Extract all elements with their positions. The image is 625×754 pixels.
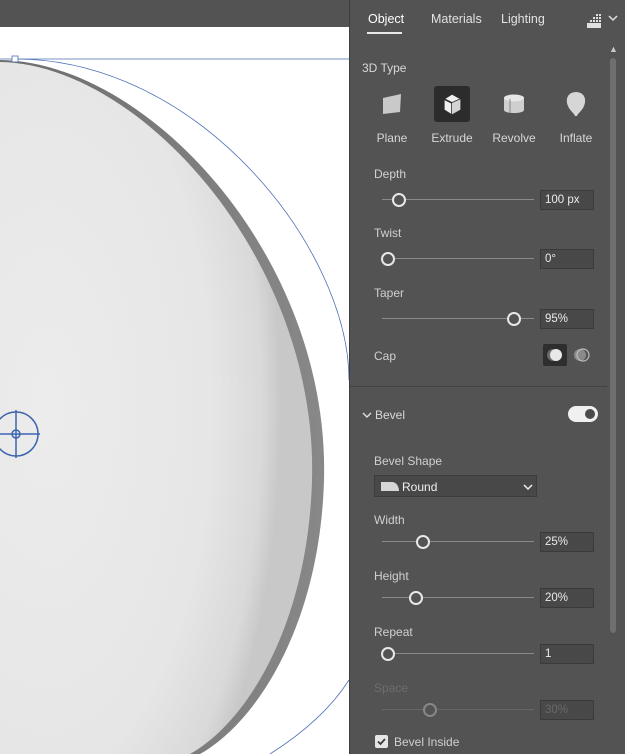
repeat-label: Repeat <box>374 625 413 639</box>
width-field[interactable]: 25% <box>540 532 594 552</box>
repeat-slider[interactable] <box>381 647 534 661</box>
slider-track <box>382 258 534 259</box>
toggle-knob <box>585 409 595 419</box>
tab-object[interactable]: Object <box>368 12 404 26</box>
inflate-icon <box>566 92 586 116</box>
scroll-thumb[interactable] <box>610 58 616 633</box>
extrude-icon <box>443 93 462 116</box>
panel-scrollbar[interactable]: ▲ <box>607 44 618 754</box>
bevel-inside-checkbox[interactable] <box>375 735 388 748</box>
revolve-icon <box>504 94 524 113</box>
render-settings-icon[interactable] <box>586 13 602 29</box>
tab-materials[interactable]: Materials <box>431 12 482 26</box>
extrude-label: Extrude <box>431 131 473 145</box>
plane-label: Plane <box>376 131 408 145</box>
extrude-button[interactable] <box>434 86 470 122</box>
cap-off-icon <box>574 348 590 362</box>
depth-label: Depth <box>374 167 407 181</box>
slider-track <box>382 597 534 598</box>
tab-lighting[interactable]: Lighting <box>501 12 545 26</box>
cap-on-icon <box>547 349 562 361</box>
cap-label: Cap <box>374 349 397 363</box>
slider-track <box>382 541 534 542</box>
3d-type-heading: 3D Type <box>362 61 407 75</box>
bevel-shape-label: Bevel Shape <box>374 454 443 468</box>
bevel-expand-chevron-icon[interactable] <box>362 410 372 420</box>
twist-field[interactable]: 0° <box>540 249 594 269</box>
bevel-shape-value: Round <box>402 480 438 494</box>
slider-thumb[interactable] <box>416 535 430 549</box>
bevel-toggle[interactable] <box>568 406 598 422</box>
panel-tabs: Object Materials Lighting <box>350 0 625 40</box>
bevel-shape-icon <box>381 482 399 491</box>
depth-slider[interactable] <box>382 193 534 207</box>
width-slider[interactable] <box>382 535 534 549</box>
twist-label: Twist <box>374 226 402 240</box>
height-label: Height <box>374 569 409 583</box>
slider-thumb[interactable] <box>409 591 423 605</box>
slider-thumb <box>423 703 437 717</box>
artwork[interactable] <box>0 0 349 754</box>
plane-button[interactable] <box>374 86 410 122</box>
space-label: Space <box>374 681 409 695</box>
plane-icon <box>383 94 401 114</box>
slider-track <box>382 709 534 710</box>
bevel-inside-label: Bevel Inside <box>394 735 460 749</box>
bevel-shape-dropdown[interactable]: Round <box>374 475 537 497</box>
repeat-field[interactable]: 1 <box>540 644 594 664</box>
3d-materials-panel: Object Materials Lighting ▲ 3D Type Plan… <box>349 0 625 754</box>
depth-field[interactable]: 100 px <box>540 190 594 210</box>
anchor-point[interactable] <box>11 55 19 63</box>
revolve-button[interactable] <box>496 86 532 122</box>
slider-thumb[interactable] <box>392 193 407 207</box>
section-divider <box>350 386 607 387</box>
revolve-label: Revolve <box>492 131 536 145</box>
canvas-area[interactable] <box>0 0 349 754</box>
slider-thumb[interactable] <box>381 647 395 661</box>
tab-active-indicator <box>367 32 402 34</box>
inflate-button[interactable] <box>558 86 594 122</box>
taper-label: Taper <box>374 286 405 300</box>
taper-field[interactable]: 95% <box>540 309 594 329</box>
cap-on-button[interactable] <box>543 344 567 366</box>
width-label: Width <box>374 513 405 527</box>
inflate-label: Inflate <box>559 131 593 145</box>
space-field: 30% <box>540 700 594 720</box>
bevel-heading[interactable]: Bevel <box>375 408 405 422</box>
selection-path-lower <box>269 679 349 754</box>
height-field[interactable]: 20% <box>540 588 594 608</box>
front-face <box>0 62 313 754</box>
scroll-up-icon[interactable]: ▲ <box>609 44 618 54</box>
height-slider[interactable] <box>382 591 534 605</box>
chevron-down-icon <box>523 484 533 491</box>
space-slider <box>382 703 534 717</box>
twist-slider[interactable] <box>381 252 534 266</box>
taper-slider[interactable] <box>382 312 534 326</box>
slider-thumb[interactable] <box>381 252 395 266</box>
slider-thumb[interactable] <box>507 312 521 326</box>
slider-track <box>382 653 534 654</box>
chevron-down-icon[interactable] <box>608 13 618 23</box>
checkmark-icon <box>377 738 386 746</box>
cap-off-button[interactable] <box>570 344 594 366</box>
